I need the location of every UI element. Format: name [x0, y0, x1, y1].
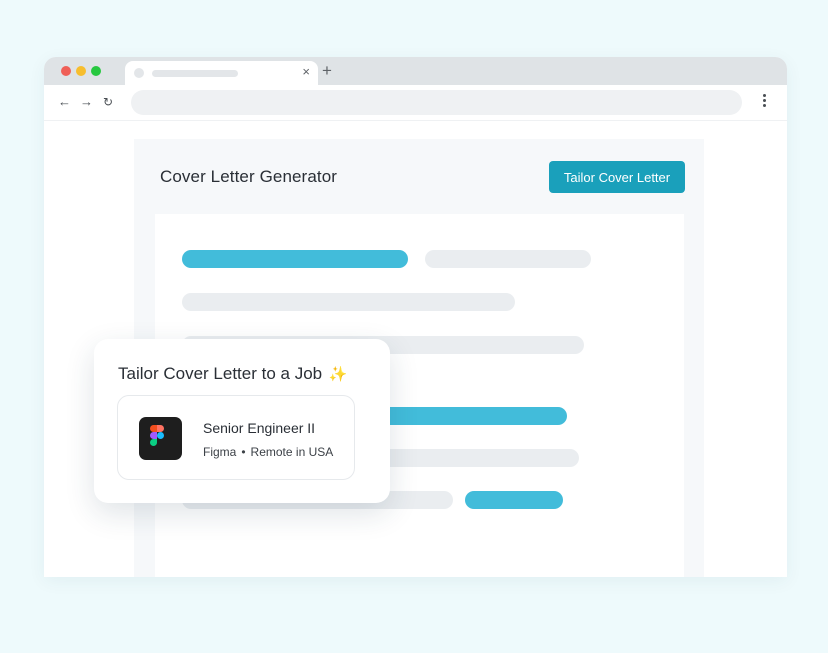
tailor-cover-letter-button[interactable]: Tailor Cover Letter [549, 161, 685, 193]
tab-title-placeholder [152, 70, 238, 77]
job-meta: Figma • Remote in USA [203, 445, 333, 459]
company-name: Figma [203, 445, 237, 459]
job-title: Senior Engineer II [203, 420, 316, 436]
reload-icon[interactable]: ↻ [103, 94, 113, 110]
maximize-window-dot[interactable] [91, 66, 101, 76]
job-card-title-text: Tailor Cover Letter to a Job [118, 364, 323, 383]
forward-arrow-icon[interactable]: → [80, 94, 93, 110]
skeleton-line [465, 491, 563, 509]
tab-bar: × + [44, 57, 787, 85]
tab-favicon-icon [134, 68, 144, 78]
browser-toolbar: ← → ↻ [44, 85, 787, 121]
meta-separator: • [241, 445, 246, 459]
new-tab-icon[interactable]: + [322, 62, 332, 80]
job-card-title: Tailor Cover Letter to a Job ✨ [118, 364, 348, 384]
skeleton-line [182, 293, 515, 311]
close-window-dot[interactable] [61, 66, 71, 76]
tab-close-icon[interactable]: × [302, 65, 310, 79]
job-list-item[interactable]: Senior Engineer II Figma • Remote in USA [117, 395, 355, 480]
kebab-menu-icon[interactable] [763, 94, 767, 110]
tailor-job-card: Tailor Cover Letter to a Job ✨ Senior En… [94, 339, 390, 503]
skeleton-line [182, 250, 408, 268]
page-title: Cover Letter Generator [160, 167, 338, 186]
job-location: Remote in USA [250, 445, 334, 459]
back-arrow-icon[interactable]: ← [58, 94, 71, 110]
minimize-window-dot[interactable] [76, 66, 86, 76]
skeleton-line [425, 250, 591, 268]
browser-tab[interactable]: × [125, 61, 318, 85]
address-bar[interactable] [131, 90, 742, 115]
figma-logo-icon [139, 417, 182, 460]
sparkle-icon: ✨ [328, 366, 348, 383]
